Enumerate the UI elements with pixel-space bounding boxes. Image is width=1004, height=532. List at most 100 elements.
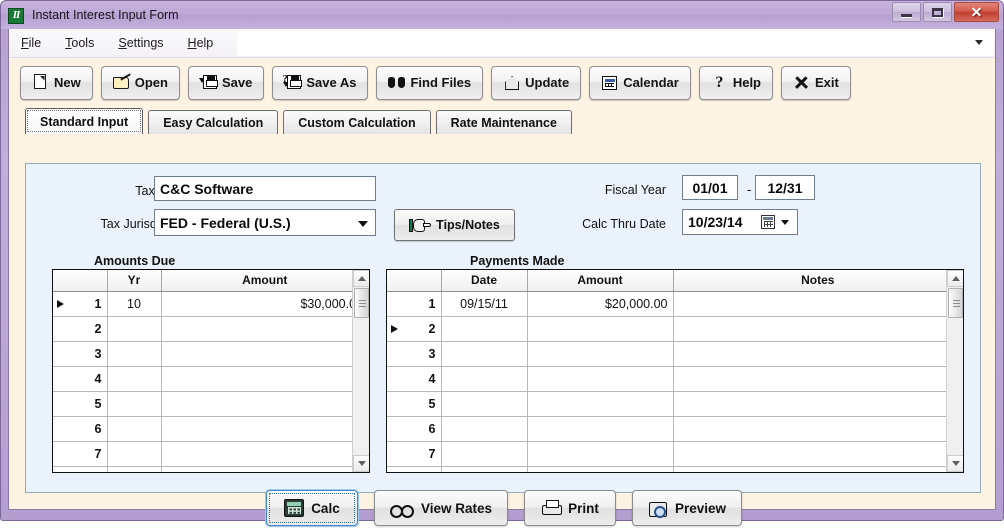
cell-amount[interactable]: $30,000.00 <box>161 291 369 317</box>
row-header[interactable]: 7 <box>387 441 442 467</box>
maximize-button[interactable] <box>923 2 952 22</box>
cell-amount[interactable] <box>161 366 369 392</box>
cell-yr[interactable]: 10 <box>107 291 162 317</box>
amounts-due-col-yr[interactable]: Yr <box>107 270 162 292</box>
cell-date[interactable] <box>441 466 528 472</box>
cell-date[interactable] <box>441 391 528 417</box>
row-header[interactable]: 1 <box>387 291 442 317</box>
row-header[interactable]: 3 <box>387 341 442 367</box>
row-header[interactable]: 1 <box>53 291 108 317</box>
table-row[interactable]: 5 <box>53 391 369 417</box>
calendar-button[interactable]: Calendar <box>589 65 691 100</box>
cell-notes[interactable] <box>673 291 963 317</box>
scroll-down-button[interactable] <box>353 455 369 472</box>
cell-date[interactable] <box>441 416 528 442</box>
cell-date[interactable] <box>441 316 528 342</box>
cell-date[interactable] <box>441 341 528 367</box>
cell-yr[interactable] <box>107 341 162 367</box>
save-as-button[interactable]: ? Save As <box>272 65 369 100</box>
cell-amount[interactable] <box>527 341 674 367</box>
row-header[interactable]: 2 <box>387 316 442 342</box>
open-button[interactable]: Open <box>100 65 180 100</box>
cell-amount[interactable] <box>161 466 369 472</box>
help-button[interactable]: ? Help <box>698 65 773 100</box>
row-header[interactable]: 8 <box>53 466 108 472</box>
table-row[interactable]: 7 <box>387 441 963 467</box>
cell-amount[interactable] <box>161 416 369 442</box>
tab-rate-maintenance[interactable]: Rate Maintenance <box>435 110 572 134</box>
table-row[interactable]: 7 <box>53 441 369 467</box>
save-button[interactable]: Save <box>187 65 265 100</box>
tab-easy-calculation[interactable]: Easy Calculation <box>148 110 279 134</box>
find-files-button[interactable]: Find Files <box>376 65 484 100</box>
cell-yr[interactable] <box>107 441 162 467</box>
calendar-icon[interactable] <box>761 215 775 229</box>
table-row[interactable]: 1 09/15/11 $20,000.00 <box>387 291 963 317</box>
cell-yr[interactable] <box>107 366 162 392</box>
row-header[interactable]: 2 <box>53 316 108 342</box>
cell-notes[interactable] <box>673 341 963 367</box>
menu-item-settings[interactable]: Settings <box>106 32 175 54</box>
cell-amount[interactable] <box>161 441 369 467</box>
table-row[interactable]: 1 10 $30,000.00 <box>53 291 369 317</box>
cell-notes[interactable] <box>673 466 963 472</box>
exit-button[interactable]: Exit <box>781 65 851 100</box>
table-row[interactable]: 5 <box>387 391 963 417</box>
cell-amount[interactable] <box>161 341 369 367</box>
cell-yr[interactable] <box>107 416 162 442</box>
table-row[interactable]: 8 <box>387 466 963 472</box>
payments-made-scrollbar[interactable] <box>946 270 963 472</box>
calc-thru-date-input[interactable]: 10/23/14 <box>682 209 798 235</box>
row-header[interactable]: 6 <box>53 416 108 442</box>
payments-made-col-date[interactable]: Date <box>441 270 528 292</box>
tips-notes-button[interactable]: Tips/Notes <box>394 209 515 241</box>
menu-item-file[interactable]: File <box>9 32 53 54</box>
cell-notes[interactable] <box>673 316 963 342</box>
table-row[interactable]: 2 <box>387 316 963 342</box>
cell-yr[interactable] <box>107 316 162 342</box>
row-header[interactable]: 5 <box>387 391 442 417</box>
fiscal-year-end-input[interactable]: 12/31 <box>755 175 815 200</box>
chevron-down-icon[interactable] <box>781 220 789 225</box>
table-row[interactable]: 4 <box>53 366 369 392</box>
payments-made-col-notes[interactable]: Notes <box>673 270 963 292</box>
cell-amount[interactable] <box>527 441 674 467</box>
cell-amount[interactable] <box>161 316 369 342</box>
amounts-due-grid[interactable]: Yr Amount 1 10 $30,000.00 2 3 4 5 6 7 <box>52 269 370 473</box>
cell-amount[interactable] <box>527 366 674 392</box>
cell-amount[interactable] <box>527 416 674 442</box>
cell-amount[interactable] <box>527 316 674 342</box>
cell-yr[interactable] <box>107 391 162 417</box>
scrollbar-thumb[interactable] <box>354 288 369 318</box>
scroll-down-button[interactable] <box>947 455 963 472</box>
amounts-due-scrollbar[interactable] <box>352 270 369 472</box>
row-header[interactable]: 6 <box>387 416 442 442</box>
table-row[interactable]: 6 <box>387 416 963 442</box>
scroll-up-button[interactable] <box>947 270 963 287</box>
update-button[interactable]: Update <box>491 65 582 100</box>
payments-made-grid[interactable]: Date Amount Notes 1 09/15/11 $20,000.00 <box>386 269 964 473</box>
table-row[interactable]: 3 <box>387 341 963 367</box>
row-header[interactable]: 7 <box>53 441 108 467</box>
fiscal-year-start-input[interactable]: 01/01 <box>682 175 738 200</box>
cell-yr[interactable] <box>107 466 162 472</box>
scroll-up-button[interactable] <box>353 270 369 287</box>
menu-item-tools[interactable]: Tools <box>53 32 106 54</box>
cell-notes[interactable] <box>673 366 963 392</box>
table-row[interactable]: 4 <box>387 366 963 392</box>
amounts-due-col-amount[interactable]: Amount <box>161 270 369 292</box>
cell-amount[interactable] <box>527 391 674 417</box>
cell-amount[interactable] <box>161 391 369 417</box>
row-header[interactable]: 4 <box>387 366 442 392</box>
cell-notes[interactable] <box>673 416 963 442</box>
table-row[interactable]: 6 <box>53 416 369 442</box>
tab-custom-calculation[interactable]: Custom Calculation <box>283 110 431 134</box>
minimize-button[interactable] <box>892 2 921 22</box>
cell-notes[interactable] <box>673 391 963 417</box>
payments-made-col-amount[interactable]: Amount <box>527 270 674 292</box>
taxpayer-input[interactable]: C&C Software <box>154 176 376 201</box>
row-header[interactable]: 5 <box>53 391 108 417</box>
tab-standard-input[interactable]: Standard Input <box>25 108 144 134</box>
row-header[interactable]: 4 <box>53 366 108 392</box>
cell-amount[interactable]: $20,000.00 <box>527 291 674 317</box>
